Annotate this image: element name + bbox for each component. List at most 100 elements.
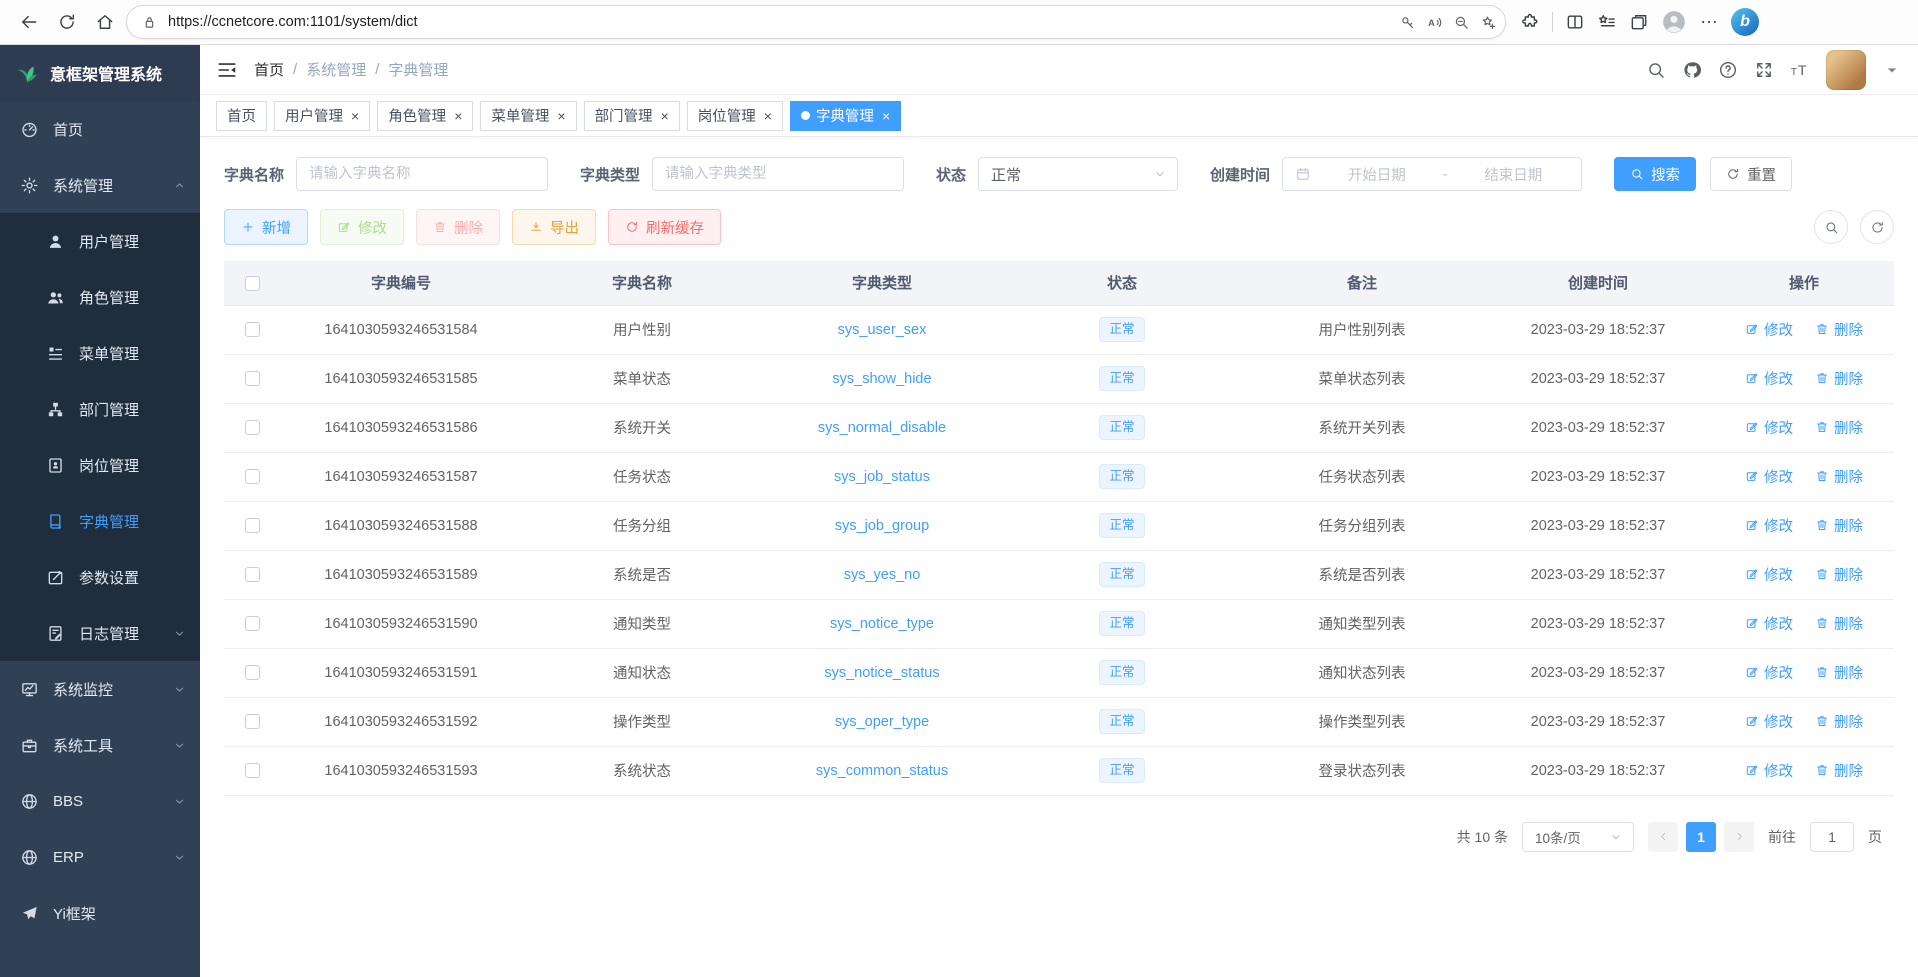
tab-close-icon[interactable]: ×	[661, 109, 669, 123]
sidebar-item[interactable]: 日志管理	[0, 605, 200, 661]
dict-name-input[interactable]	[296, 157, 548, 191]
sidebar-item[interactable]: BBS	[0, 773, 200, 829]
row-edit-link[interactable]: 修改	[1745, 711, 1793, 732]
tab-close-icon[interactable]: ×	[351, 109, 359, 123]
row-checkbox[interactable]	[245, 714, 260, 729]
sidebar-item[interactable]: ERP	[0, 829, 200, 885]
url-text[interactable]: https://ccnetcore.com:1101/system/dict	[168, 14, 1389, 30]
sidebar-item[interactable]: 菜单管理	[0, 325, 200, 381]
tab[interactable]: 首页	[216, 101, 267, 131]
add-button[interactable]: 新增	[224, 209, 308, 245]
user-avatar[interactable]	[1826, 50, 1866, 90]
row-checkbox[interactable]	[245, 322, 260, 337]
prev-page-button[interactable]	[1648, 822, 1678, 852]
tab[interactable]: 字典管理 ×	[790, 101, 901, 131]
dict-type-link[interactable]: sys_notice_status	[824, 665, 939, 681]
sidebar-item[interactable]: 字典管理	[0, 493, 200, 549]
page-size-select[interactable]: 10条/页	[1522, 822, 1634, 852]
delete-button[interactable]: 删除	[416, 209, 500, 245]
sidebar-item[interactable]: 岗位管理	[0, 437, 200, 493]
dict-type-input[interactable]	[652, 157, 904, 191]
status-select[interactable]: 正常	[978, 157, 1178, 191]
select-all-checkbox[interactable]	[245, 276, 260, 291]
date-start-placeholder[interactable]: 开始日期	[1321, 164, 1433, 185]
sidebar-collapse-icon[interactable]	[216, 59, 238, 81]
row-delete-link[interactable]: 删除	[1815, 711, 1863, 732]
tab[interactable]: 岗位管理 ×	[687, 101, 783, 131]
sidebar-item[interactable]: 首页	[0, 101, 200, 157]
page-number-button[interactable]: 1	[1686, 822, 1716, 852]
font-size-icon[interactable]: TT	[1790, 60, 1810, 80]
row-edit-link[interactable]: 修改	[1745, 368, 1793, 389]
browser-profile-icon[interactable]	[1661, 9, 1687, 35]
date-range-picker[interactable]: 开始日期 - 结束日期	[1282, 157, 1582, 191]
browser-back-button[interactable]	[12, 5, 46, 39]
dict-type-link[interactable]: sys_notice_type	[830, 616, 934, 632]
tab-close-icon[interactable]: ×	[764, 109, 772, 123]
row-edit-link[interactable]: 修改	[1745, 319, 1793, 340]
browser-refresh-button[interactable]	[50, 5, 84, 39]
sidebar-item[interactable]: 系统工具	[0, 717, 200, 773]
header-search-icon[interactable]	[1646, 60, 1666, 80]
collections-icon[interactable]	[1629, 12, 1649, 32]
sidebar-item[interactable]: 参数设置	[0, 549, 200, 605]
sidebar-item[interactable]: 用户管理	[0, 213, 200, 269]
breadcrumb-item[interactable]: 系统管理	[306, 59, 366, 80]
row-checkbox[interactable]	[245, 518, 260, 533]
tab[interactable]: 用户管理 ×	[274, 101, 370, 131]
split-screen-icon[interactable]	[1565, 12, 1585, 32]
row-edit-link[interactable]: 修改	[1745, 564, 1793, 585]
favorites-icon[interactable]	[1597, 12, 1617, 32]
sidebar-item[interactable]: 部门管理	[0, 381, 200, 437]
row-checkbox[interactable]	[245, 665, 260, 680]
row-delete-link[interactable]: 删除	[1815, 368, 1863, 389]
row-edit-link[interactable]: 修改	[1745, 760, 1793, 781]
tab-close-icon[interactable]: ×	[557, 109, 565, 123]
row-delete-link[interactable]: 删除	[1815, 564, 1863, 585]
avatar-caret-icon[interactable]	[1882, 60, 1902, 80]
row-checkbox[interactable]	[245, 371, 260, 386]
edit-button[interactable]: 修改	[320, 209, 404, 245]
export-button[interactable]: 导出	[512, 209, 596, 245]
copilot-icon[interactable]: b	[1731, 8, 1759, 36]
tab-close-icon[interactable]: ×	[882, 109, 890, 123]
address-bar[interactable]: https://ccnetcore.com:1101/system/dict A	[126, 5, 1506, 39]
goto-page-input[interactable]	[1810, 822, 1854, 852]
sidebar-item[interactable]: Yi框架	[0, 885, 200, 941]
row-delete-link[interactable]: 删除	[1815, 466, 1863, 487]
row-edit-link[interactable]: 修改	[1745, 466, 1793, 487]
row-delete-link[interactable]: 删除	[1815, 613, 1863, 634]
dict-type-link[interactable]: sys_normal_disable	[818, 420, 946, 436]
reset-button[interactable]: 重置	[1710, 157, 1792, 191]
toggle-search-button[interactable]	[1814, 210, 1848, 244]
browser-home-button[interactable]	[88, 5, 122, 39]
date-end-placeholder[interactable]: 结束日期	[1458, 164, 1570, 185]
row-delete-link[interactable]: 删除	[1815, 515, 1863, 536]
refresh-cache-button[interactable]: 刷新缓存	[608, 209, 721, 245]
zoom-out-icon[interactable]	[1453, 14, 1470, 31]
help-icon[interactable]	[1718, 60, 1738, 80]
sidebar-item[interactable]: 角色管理	[0, 269, 200, 325]
sidebar-item[interactable]: 系统监控	[0, 661, 200, 717]
row-checkbox[interactable]	[245, 420, 260, 435]
row-checkbox[interactable]	[245, 616, 260, 631]
password-icon[interactable]	[1399, 14, 1416, 31]
tab[interactable]: 菜单管理 ×	[480, 101, 576, 131]
search-button[interactable]: 搜索	[1614, 157, 1696, 191]
row-checkbox[interactable]	[245, 567, 260, 582]
row-delete-link[interactable]: 删除	[1815, 760, 1863, 781]
github-icon[interactable]	[1682, 60, 1702, 80]
row-edit-link[interactable]: 修改	[1745, 662, 1793, 683]
row-edit-link[interactable]: 修改	[1745, 515, 1793, 536]
row-delete-link[interactable]: 删除	[1815, 662, 1863, 683]
row-delete-link[interactable]: 删除	[1815, 417, 1863, 438]
row-delete-link[interactable]: 删除	[1815, 319, 1863, 340]
fullscreen-icon[interactable]	[1754, 60, 1774, 80]
read-aloud-icon[interactable]: A	[1426, 14, 1443, 31]
tab[interactable]: 部门管理 ×	[584, 101, 680, 131]
row-edit-link[interactable]: 修改	[1745, 613, 1793, 634]
breadcrumb-item[interactable]: 字典管理	[388, 59, 448, 80]
dict-type-link[interactable]: sys_common_status	[816, 763, 948, 779]
breadcrumb-item[interactable]: 首页	[254, 59, 284, 80]
add-favorite-icon[interactable]	[1480, 14, 1497, 31]
